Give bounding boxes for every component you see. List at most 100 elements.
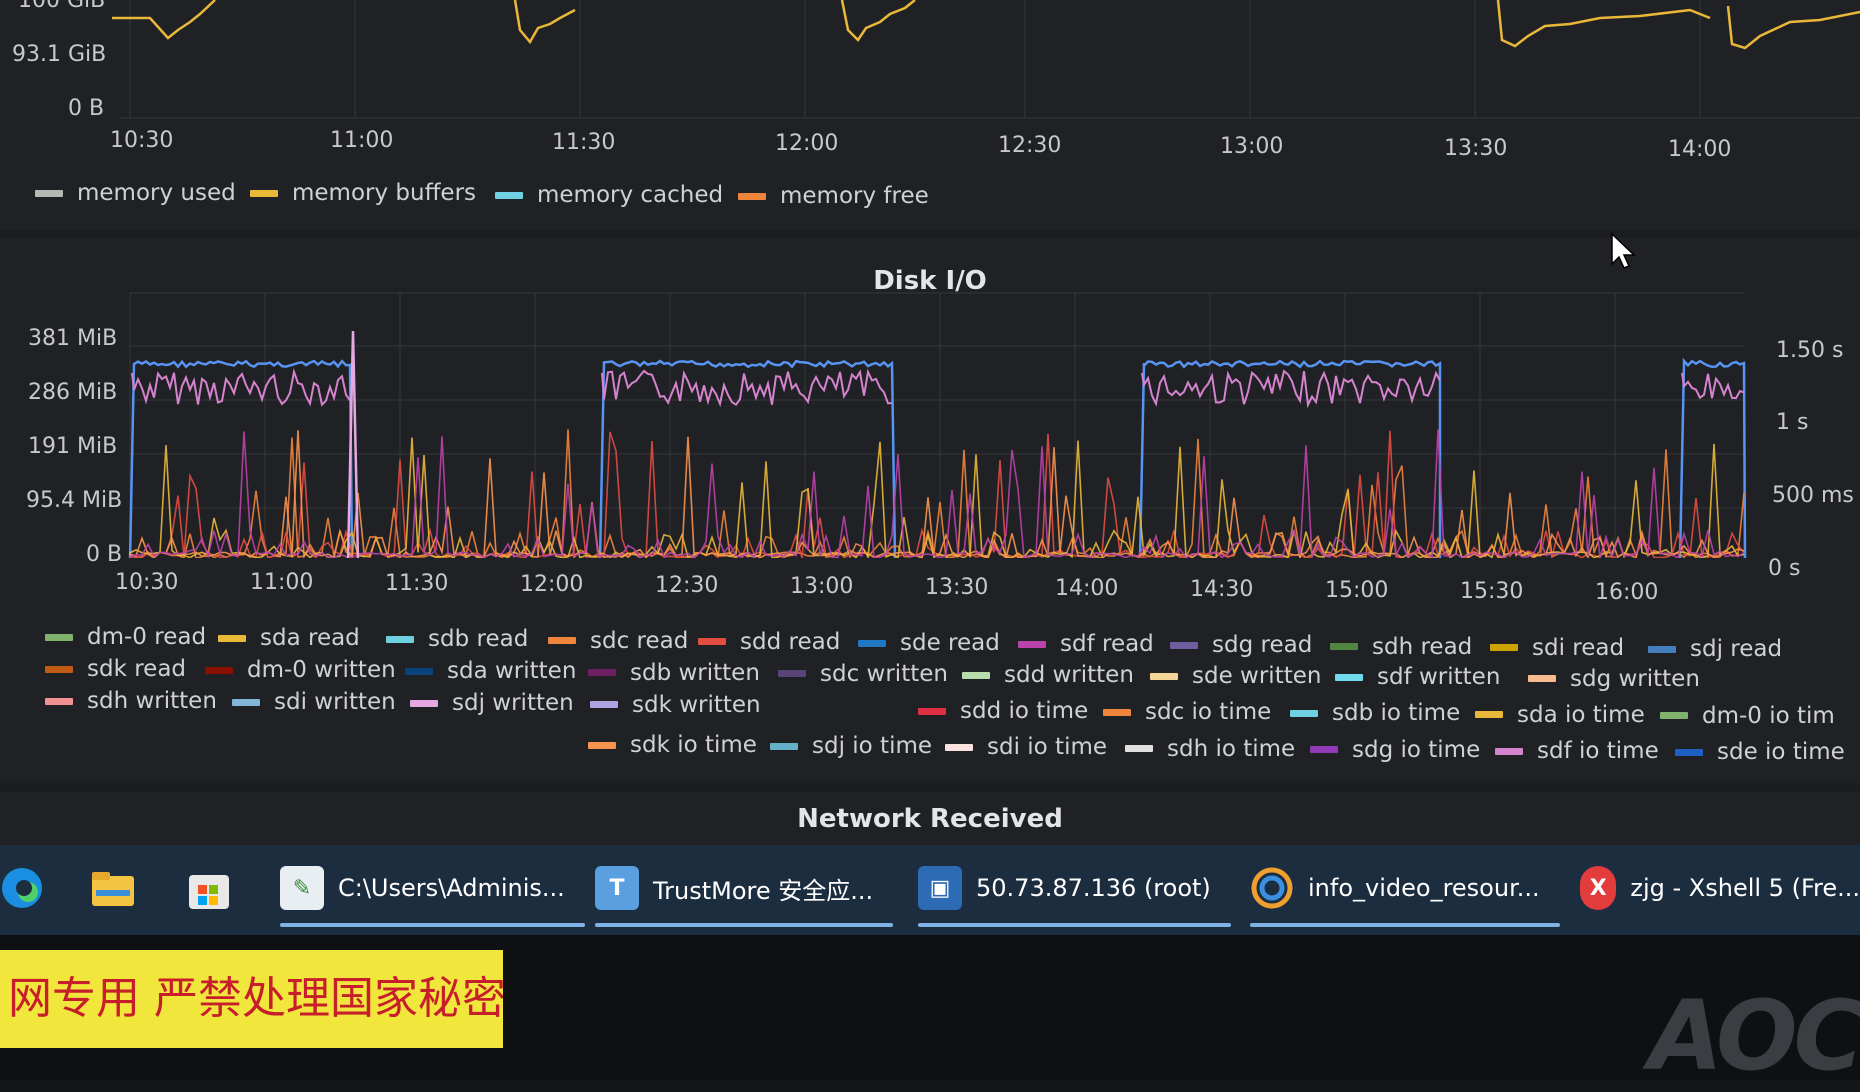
taskbar-app-trustmore[interactable]: T TrustMore 安全应... bbox=[595, 855, 894, 927]
legend-item[interactable]: sdj written bbox=[410, 690, 574, 716]
legend-item[interactable]: dm-0 written bbox=[205, 657, 396, 683]
legend-label: sdd read bbox=[740, 628, 841, 655]
legend-swatch bbox=[698, 638, 726, 646]
legend-item[interactable]: sda written bbox=[405, 658, 576, 684]
legend-item[interactable]: memory cached bbox=[495, 182, 723, 208]
memory-x-tick: 14:00 bbox=[1668, 137, 1732, 162]
legend-item[interactable]: sdf read bbox=[1018, 631, 1154, 657]
legend-label: sdg written bbox=[1570, 665, 1700, 692]
memory-x-tick: 12:30 bbox=[998, 133, 1062, 158]
legend-item[interactable]: sde written bbox=[1150, 663, 1321, 689]
legend-item[interactable]: sdc read bbox=[548, 628, 688, 654]
disk-x-tick: 14:00 bbox=[1055, 576, 1119, 601]
legend-item[interactable]: sda io time bbox=[1475, 702, 1645, 728]
legend-item[interactable]: sdc io time bbox=[1103, 699, 1271, 725]
legend-swatch bbox=[1495, 747, 1523, 755]
legend-label: sdi read bbox=[1532, 634, 1625, 661]
legend-item[interactable]: sde io time bbox=[1675, 739, 1845, 765]
legend-item[interactable]: sdd written bbox=[962, 662, 1134, 688]
taskbar-app-label: info_video_resour... bbox=[1308, 874, 1540, 902]
trustmore-icon: T bbox=[595, 866, 639, 910]
legend-swatch bbox=[1660, 712, 1688, 720]
legend-label: dm-0 io tim bbox=[1702, 702, 1835, 729]
legend-label: sdh read bbox=[1372, 633, 1473, 660]
disk-x-tick: 16:00 bbox=[1595, 580, 1659, 605]
legend-item[interactable]: sdf written bbox=[1335, 664, 1500, 690]
legend-item[interactable]: sdg io time bbox=[1310, 737, 1480, 763]
legend-label: sdd io time bbox=[960, 698, 1089, 724]
legend-label: sdj written bbox=[452, 690, 574, 717]
taskbar-app-notepad[interactable]: ✎ C:\Users\Adminis... bbox=[280, 855, 585, 927]
legend-item[interactable]: sdj io time bbox=[770, 733, 932, 759]
legend-item[interactable]: sdj read bbox=[1648, 636, 1782, 662]
memory-x-tick: 11:30 bbox=[552, 130, 616, 155]
legend-swatch bbox=[1475, 711, 1503, 719]
legend-label: memory free bbox=[780, 183, 929, 209]
legend-item[interactable]: dm-0 io tim bbox=[1660, 703, 1835, 729]
legend-swatch bbox=[410, 699, 438, 707]
legend-item[interactable]: sdg read bbox=[1170, 632, 1312, 658]
legend-item[interactable]: sdh written bbox=[45, 688, 217, 714]
legend-item[interactable]: memory used bbox=[35, 180, 236, 206]
legend-item[interactable]: sdb read bbox=[386, 626, 528, 652]
disk-x-tick: 14:30 bbox=[1190, 577, 1254, 602]
legend-swatch bbox=[738, 192, 766, 200]
legend-label: sdk read bbox=[87, 656, 187, 682]
legend-label: sdg read bbox=[1212, 632, 1313, 659]
legend-item[interactable]: sdk written bbox=[590, 692, 761, 718]
legend-label: sde written bbox=[1192, 663, 1322, 690]
legend-item[interactable]: sdi written bbox=[232, 689, 396, 715]
legend-item[interactable]: sdg written bbox=[1528, 666, 1700, 692]
legend-item[interactable]: sdh read bbox=[1330, 634, 1472, 660]
legend-item[interactable]: sdd read bbox=[698, 629, 840, 655]
store-icon bbox=[189, 875, 229, 909]
legend-item[interactable]: sdd io time bbox=[918, 698, 1088, 724]
memory-x-tick: 11:00 bbox=[330, 128, 394, 153]
legend-swatch bbox=[495, 191, 523, 199]
legend-label: memory cached bbox=[537, 182, 724, 208]
legend-swatch bbox=[1675, 748, 1703, 756]
active-indicator bbox=[595, 923, 894, 927]
legend-label: memory used bbox=[77, 180, 236, 206]
disk-x-tick: 15:30 bbox=[1460, 579, 1524, 604]
legend-item[interactable]: sdi read bbox=[1490, 635, 1624, 661]
legend-label: sde io time bbox=[1717, 739, 1845, 766]
legend-item[interactable]: sdk read bbox=[45, 656, 186, 682]
legend-label: memory buffers bbox=[292, 180, 477, 206]
legend-swatch bbox=[35, 189, 63, 197]
panel-title[interactable]: Network Received bbox=[0, 804, 1860, 834]
legend-label: sdi written bbox=[274, 689, 396, 716]
edge-browser-button[interactable] bbox=[0, 855, 44, 921]
legend-swatch bbox=[1170, 641, 1198, 649]
taskbar-app-remote-desktop[interactable]: ▣ 50.73.87.136 (root) bbox=[918, 855, 1231, 927]
taskbar-app-info-video[interactable]: info_video_resour... bbox=[1250, 855, 1560, 927]
disk-io-panel: Disk I/O 381 MiB 286 MiB 191 MiB 95.4 Mi… bbox=[0, 238, 1860, 783]
legend-label: sdf read bbox=[1060, 631, 1154, 658]
taskbar-app-xshell[interactable]: X zjg - Xshell 5 (Fre... bbox=[1580, 855, 1860, 921]
legend-label: sdb read bbox=[428, 626, 529, 653]
legend-item[interactable]: sdb io time bbox=[1290, 700, 1460, 726]
legend-label: sdk io time bbox=[630, 732, 757, 758]
folder-icon bbox=[92, 872, 134, 906]
legend-swatch bbox=[945, 743, 973, 751]
legend-item[interactable]: sdc written bbox=[778, 661, 948, 687]
legend-item[interactable]: sdf io time bbox=[1495, 738, 1659, 764]
legend-swatch bbox=[1528, 675, 1556, 683]
legend-item[interactable]: sdi io time bbox=[945, 734, 1107, 760]
legend-swatch bbox=[45, 697, 73, 705]
legend-swatch bbox=[770, 742, 798, 750]
legend-swatch bbox=[1290, 709, 1318, 717]
legend-item[interactable]: sda read bbox=[218, 625, 360, 651]
file-explorer-button[interactable] bbox=[90, 855, 136, 921]
legend-item[interactable]: memory buffers bbox=[250, 180, 476, 206]
legend-item[interactable]: memory free bbox=[738, 183, 929, 209]
legend-item[interactable]: sdh io time bbox=[1125, 736, 1295, 762]
legend-swatch bbox=[232, 698, 260, 706]
legend-item[interactable]: sdk io time bbox=[588, 732, 757, 758]
legend-swatch bbox=[1103, 708, 1131, 716]
legend-item[interactable]: sde read bbox=[858, 630, 1000, 656]
legend-label: dm-0 read bbox=[87, 624, 207, 650]
store-button[interactable] bbox=[186, 855, 232, 921]
legend-item[interactable]: dm-0 read bbox=[45, 624, 206, 650]
legend-item[interactable]: sdb written bbox=[588, 660, 760, 686]
